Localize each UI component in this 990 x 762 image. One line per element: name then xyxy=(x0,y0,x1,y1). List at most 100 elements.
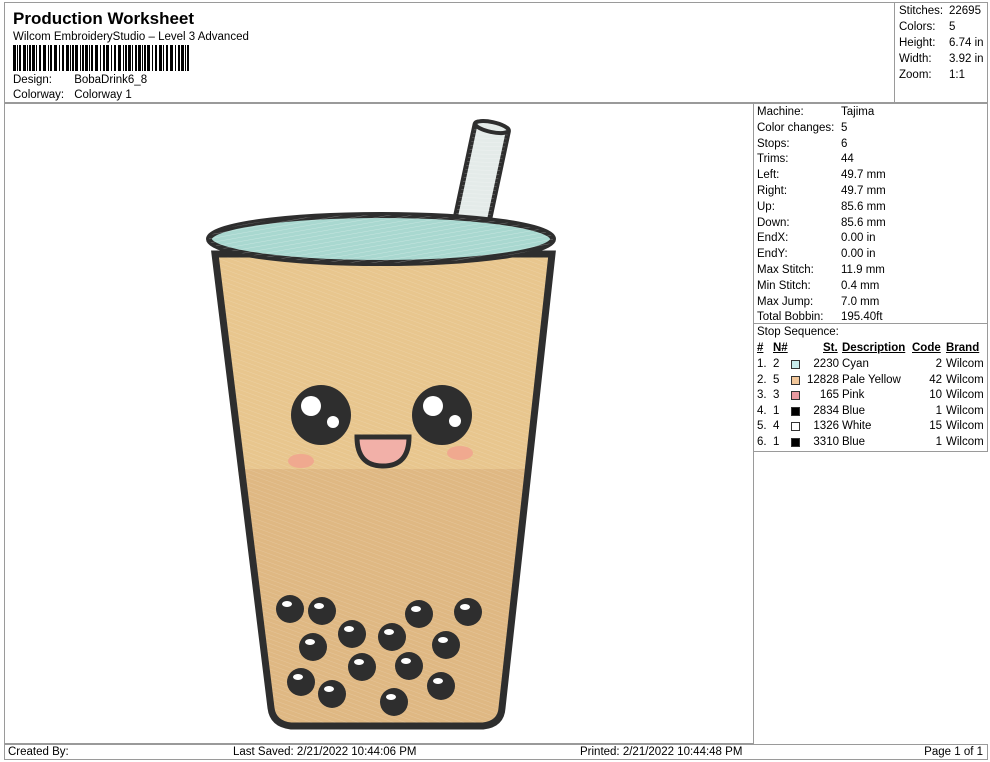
right-eye xyxy=(412,385,472,445)
worksheet-title: Production Worksheet xyxy=(13,9,195,28)
machine-info-label: Machine: xyxy=(757,106,804,118)
machine-info-row: EndX: 0.00 in xyxy=(757,232,876,244)
stat-colors: Colors: 5 xyxy=(899,21,989,33)
stop-needle: 2 xyxy=(773,358,780,370)
left-blush xyxy=(288,454,314,468)
stop-description: Blue xyxy=(842,404,866,417)
machine-info-value: Tajima xyxy=(841,106,875,118)
machine-info-row: Trims: 44 xyxy=(757,153,854,165)
software-name: Wilcom EmbroideryStudio – Level 3 Advanc… xyxy=(13,31,249,43)
colorway-label: Colorway: xyxy=(13,89,65,101)
stop-stitches: 3310 xyxy=(813,436,839,448)
stat-height: Height: 6.74 in xyxy=(899,37,989,49)
stop-num: 4. xyxy=(757,404,767,417)
last-saved: Last Saved: 2/21/2022 10:44:06 PM xyxy=(233,746,417,758)
tapioca-pearl xyxy=(378,623,406,651)
machine-info-panel: Machine: Tajima Color changes: 5 Stops: 6 Trim… xyxy=(753,103,988,452)
stop-num: 3. xyxy=(757,389,767,402)
machine-info-row: Max Stitch: 11.9 mm xyxy=(757,264,885,276)
tapioca-pearl xyxy=(454,598,482,626)
thread-color-swatch xyxy=(791,391,800,401)
stop-brand: Wilcom xyxy=(946,358,984,370)
design-value: BobaDrink6_8 xyxy=(74,74,148,86)
stat-value: 3.92 in xyxy=(949,53,984,65)
stop-needle: 3 xyxy=(773,389,780,402)
tapioca-pearl xyxy=(308,597,336,625)
stop-num: 5. xyxy=(757,420,767,433)
design-row: Design: BobaDrink6_8 xyxy=(13,74,147,86)
tapioca-pearl xyxy=(380,688,408,716)
right-eye-highlight-small xyxy=(449,415,461,427)
machine-info-row: Left: 49.7 mm xyxy=(757,169,886,181)
thread-color-swatch xyxy=(791,360,800,369)
stop-sequence-row: 1. 2 2230 Cyan 2 Wilcom xyxy=(757,358,987,373)
stop-brand: Wilcom xyxy=(946,389,984,402)
thread-color-swatch xyxy=(791,422,800,432)
stop-stitches: 165 xyxy=(819,389,839,402)
machine-info-value: 6 xyxy=(841,137,848,150)
machine-info-label: Max Jump: xyxy=(757,295,814,308)
tapioca-pearl xyxy=(432,631,460,659)
stop-sequence-header: # N# St. Description Code Brand xyxy=(757,342,987,357)
tapioca-pearl xyxy=(318,680,346,708)
machine-info-row: Stops: 6 xyxy=(757,138,847,150)
stop-description: Pink xyxy=(842,389,865,402)
stop-code: 10 xyxy=(929,389,942,402)
stat-label: Zoom: xyxy=(899,69,932,81)
stop-needle: 4 xyxy=(773,420,780,433)
machine-info-value: 0.4 mm xyxy=(841,279,880,292)
stat-zoom: Zoom: 1:1 xyxy=(899,69,989,81)
design-label: Design: xyxy=(13,74,52,86)
stat-value: 1:1 xyxy=(949,69,965,81)
col-needle: N# xyxy=(773,342,788,354)
machine-info-label: Left: xyxy=(757,169,780,182)
col-num: # xyxy=(757,342,764,354)
stat-label: Colors: xyxy=(899,21,936,33)
stop-description: Pale Yellow xyxy=(842,373,901,386)
printed-date: Printed: 2/21/2022 10:44:48 PM xyxy=(580,746,743,758)
machine-info-row: EndY: 0.00 in xyxy=(757,248,876,260)
machine-info-label: Total Bobbin: xyxy=(757,311,824,324)
mouth xyxy=(354,434,412,469)
machine-info-value: 0.00 in xyxy=(841,232,876,245)
barcode xyxy=(13,45,189,71)
stat-value: 22695 xyxy=(949,5,981,17)
stop-num: 2. xyxy=(757,373,767,386)
stop-needle: 5 xyxy=(773,373,780,386)
machine-info-label: EndX: xyxy=(757,232,789,245)
stat-value: 5 xyxy=(949,21,956,33)
machine-info-value: 44 xyxy=(841,153,854,166)
boba-drink-embroidery xyxy=(206,119,556,730)
right-blush xyxy=(447,446,473,460)
machine-info-row: Max Jump: 7.0 mm xyxy=(757,296,879,308)
stop-brand: Wilcom xyxy=(946,404,984,417)
stop-brand: Wilcom xyxy=(946,373,984,386)
stop-code: 42 xyxy=(929,373,942,386)
tapioca-pearl xyxy=(299,633,327,661)
machine-info-value: 195.40ft xyxy=(841,311,883,324)
machine-info-value: 85.6 mm xyxy=(841,216,886,229)
col-code: Code xyxy=(912,342,941,354)
stat-label: Stitches: xyxy=(899,5,944,17)
machine-info-row: Down: 85.6 mm xyxy=(757,217,886,229)
machine-info-value: 85.6 mm xyxy=(841,200,886,213)
machine-info-row: Color changes: 5 xyxy=(757,122,847,134)
stop-stitches: 2230 xyxy=(813,358,839,370)
stop-code: 1 xyxy=(935,404,942,417)
machine-info-value: 5 xyxy=(841,121,848,134)
machine-info-label: Max Stitch: xyxy=(757,264,814,276)
machine-info-row: Min Stitch: 0.4 mm xyxy=(757,280,879,292)
machine-info-value: 7.0 mm xyxy=(841,295,880,308)
stop-code: 2 xyxy=(935,358,942,370)
machine-info-label: Up: xyxy=(757,200,775,213)
machine-info-value: 0.00 in xyxy=(841,248,876,261)
stat-label: Height: xyxy=(899,37,936,49)
tapioca-pearl xyxy=(338,620,366,648)
col-stitches: St. xyxy=(823,342,838,354)
stop-brand: Wilcom xyxy=(946,436,984,448)
tapioca-pearl xyxy=(427,672,455,700)
col-description: Description xyxy=(842,342,906,354)
machine-info-value: 11.9 mm xyxy=(841,264,885,276)
stop-num: 1. xyxy=(757,358,767,370)
tapioca-pearl xyxy=(348,653,376,681)
